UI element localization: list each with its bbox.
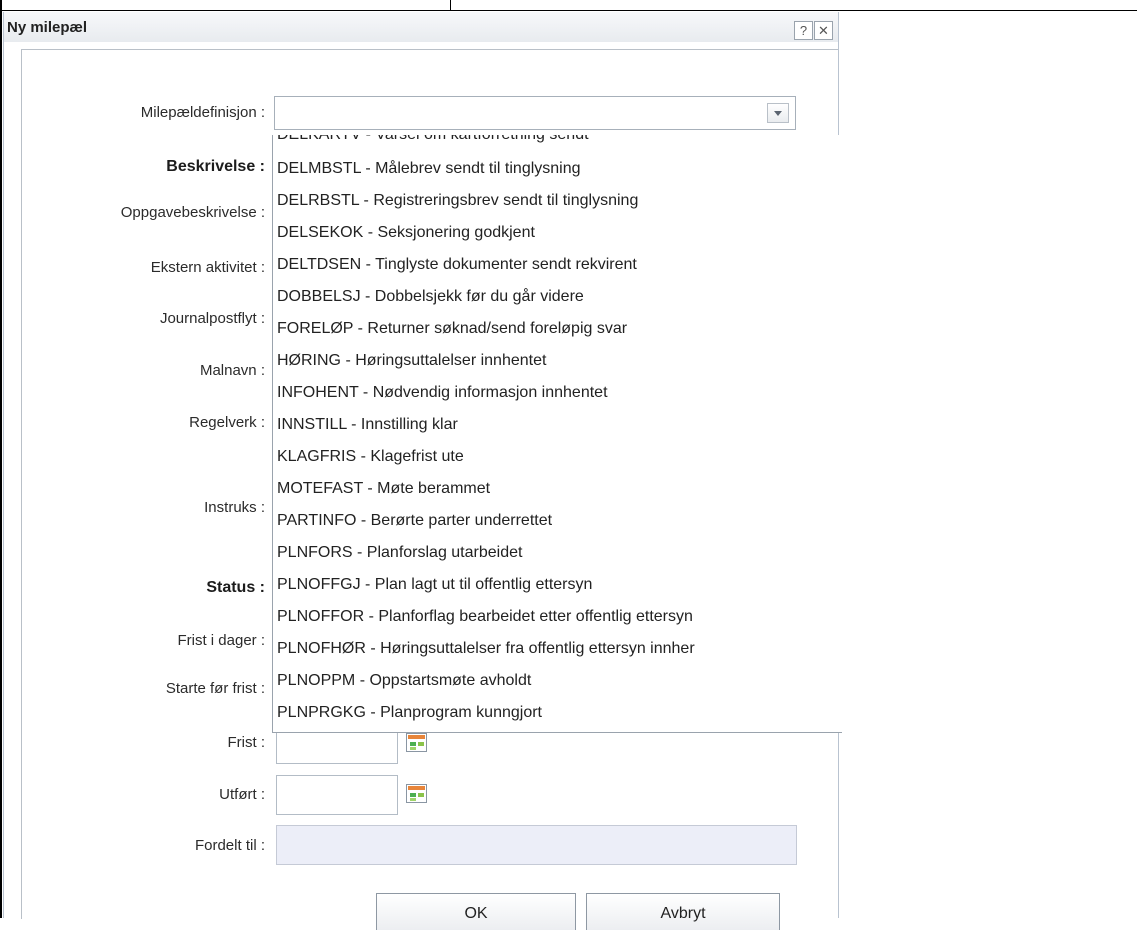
label-beskrivelse: Beskrivelse :: [166, 158, 265, 175]
dropdown-option[interactable]: DELRBSTL - Registreringsbrev sendt til t…: [277, 192, 638, 210]
dropdown-option[interactable]: MOTEFAST - Møte berammet: [277, 480, 490, 498]
outer-border-left: [0, 0, 2, 918]
dropdown-option[interactable]: PLNOPPM - Oppstartsmøte avholdt: [277, 672, 531, 690]
milepaeldefinisjon-dropdown-list[interactable]: DELKARTV - Varsel om kartforretning send…: [272, 135, 842, 733]
dropdown-option[interactable]: PARTINFO - Berørte parter underrettet: [277, 512, 552, 530]
label-frist-i-dager: Frist i dager :: [177, 632, 265, 649]
label-starte-for-frist: Starte før frist :: [165, 680, 265, 697]
new-milestone-dialog: Ny milepæl ? ✕ Milepældefinisjon : Beskr…: [3, 12, 842, 930]
dropdown-option[interactable]: DELSEKOK - Seksjonering godkjent: [277, 224, 535, 242]
label-frist: Frist :: [227, 734, 266, 751]
label-journalpostflyt: Journalpostflyt :: [159, 310, 265, 327]
label-status: Status :: [206, 579, 265, 596]
label-fordelt-til: Fordelt til :: [194, 837, 265, 854]
dropdown-option[interactable]: PLNFORS - Planforslag utarbeidet: [277, 544, 522, 562]
calendar-icon[interactable]: [406, 784, 427, 803]
dropdown-option[interactable]: FORELØP - Returner søknad/send foreløpig…: [277, 320, 627, 338]
help-icon[interactable]: ?: [794, 21, 813, 40]
utfort-date-input[interactable]: [276, 775, 398, 815]
dropdown-option[interactable]: DOBBELSJ - Dobbelsjekk før du går videre: [277, 288, 584, 306]
dropdown-option[interactable]: PLNPRGKG - Planprogram kunngjort: [277, 704, 542, 722]
outer-border-top: [0, 10, 1137, 11]
label-utfort: Utført :: [219, 786, 265, 803]
label-milepaeldefinisjon: Milepældefinisjon :: [140, 104, 265, 121]
ok-button[interactable]: OK: [376, 893, 576, 930]
dialog-titlebar[interactable]: Ny milepæl ? ✕: [4, 12, 838, 42]
label-malnavn: Malnavn :: [199, 362, 265, 379]
label-oppgavebeskrivelse: Oppgavebeskrivelse :: [120, 204, 265, 221]
dropdown-option[interactable]: PLNOFHØR - Høringsuttalelser fra offentl…: [277, 640, 695, 658]
milepaeldefinisjon-select[interactable]: [274, 96, 796, 130]
chevron-down-icon[interactable]: [767, 103, 789, 123]
dropdown-option[interactable]: PLNOFFGJ - Plan lagt ut til offentlig et…: [277, 576, 592, 594]
outer-divider: [450, 0, 451, 11]
label-regelverk: Regelverk :: [189, 414, 265, 431]
dialog-title: Ny milepæl: [7, 19, 88, 36]
close-icon[interactable]: ✕: [814, 21, 833, 40]
dropdown-option[interactable]: INNSTILL - Innstilling klar: [277, 416, 458, 434]
dropdown-option[interactable]: HØRING - Høringsuttalelser innhentet: [277, 352, 546, 370]
fordelt-til-input[interactable]: [276, 825, 797, 865]
dropdown-option[interactable]: KLAGFRIS - Klagefrist ute: [277, 448, 464, 466]
dropdown-option[interactable]: INFOHENT - Nødvendig informasjon innhent…: [277, 384, 608, 402]
label-ekstern-aktivitet: Ekstern aktivitet :: [150, 259, 265, 276]
label-instruks: Instruks :: [204, 499, 265, 516]
calendar-icon[interactable]: [406, 733, 427, 752]
dropdown-option[interactable]: DELMBSTL - Målebrev sendt til tinglysnin…: [277, 160, 581, 178]
dropdown-option[interactable]: DELKARTV - Varsel om kartforretning send…: [277, 135, 589, 144]
dropdown-option[interactable]: DELTDSEN - Tinglyste dokumenter sendt re…: [277, 256, 637, 274]
dropdown-option[interactable]: PLNOFFOR - Planforflag bearbeidet etter …: [277, 608, 693, 626]
cancel-button[interactable]: Avbryt: [586, 893, 780, 930]
